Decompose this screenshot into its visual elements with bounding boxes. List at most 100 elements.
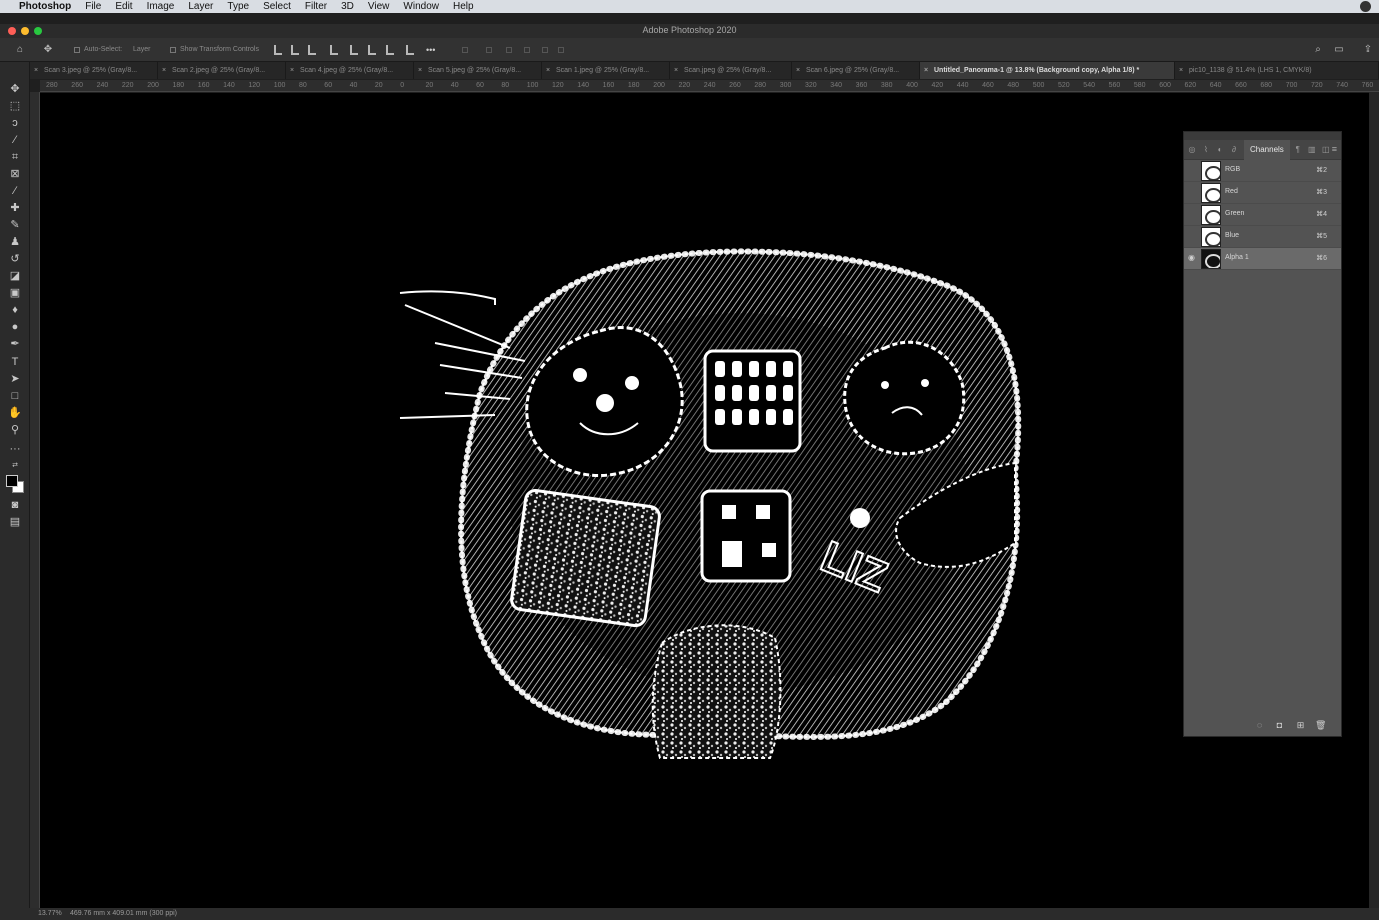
menu-window[interactable]: Window <box>396 0 446 13</box>
layers-tab-icon[interactable]: ◎ <box>1186 144 1198 156</box>
zoom-level[interactable]: 13.77% <box>38 908 62 920</box>
search-icon[interactable]: ⌕ <box>1312 44 1324 56</box>
menu-view[interactable]: View <box>361 0 397 13</box>
paths-tab-icon[interactable]: ∂ <box>1228 144 1240 156</box>
frame-icon[interactable]: ⊠ <box>8 167 22 181</box>
tab-pic10[interactable]: × pic10_1138 @ 51.4% (LHS 1, CMYK/8) <box>1175 62 1379 79</box>
magic-wand-icon[interactable]: ⁄ <box>8 133 22 147</box>
history-brush-icon[interactable]: ↺ <box>8 252 22 266</box>
eyedropper-icon[interactable]: ∕ <box>8 184 22 198</box>
align-right-icon[interactable] <box>308 45 316 55</box>
distribute-vertical-icon[interactable] <box>406 45 414 55</box>
home-icon[interactable]: ⌂ <box>14 44 26 56</box>
type-icon[interactable]: T <box>8 355 22 369</box>
pen-icon[interactable]: ✒ <box>8 337 22 351</box>
align-center-icon[interactable] <box>291 45 299 55</box>
swap-colors-icon[interactable]: ⇄ <box>8 459 22 473</box>
tab-scan-2[interactable]: × Scan 2.jpeg @ 25% (Gray/8... <box>158 62 286 79</box>
zoom-icon[interactable]: ⚲ <box>8 423 22 437</box>
document-canvas[interactable]: LIZ <box>40 93 1369 908</box>
channel-row-green[interactable]: Green ⌘4 <box>1184 204 1341 226</box>
eye-icon[interactable]: ◉ <box>1188 253 1198 263</box>
tab-scan-1[interactable]: × Scan 1.jpeg @ 25% (Gray/8... <box>542 62 670 79</box>
properties-tab-icon[interactable]: ¶ <box>1292 144 1304 156</box>
new-channel-icon[interactable]: ⊞ <box>1295 720 1306 730</box>
menu-edit[interactable]: Edit <box>108 0 139 13</box>
tab-untitled-panorama[interactable]: × Untitled_Panorama-1 @ 13.8% (Background… <box>920 62 1175 79</box>
vertical-ruler[interactable] <box>30 92 40 908</box>
tab-channels[interactable]: Channels <box>1244 139 1290 160</box>
auto-select-checkbox[interactable] <box>74 47 80 53</box>
tab-close-icon[interactable]: × <box>290 62 294 79</box>
channel-row-rgb[interactable]: RGB ⌘2 <box>1184 160 1341 182</box>
marquee-icon[interactable]: ⬚ <box>8 99 22 113</box>
menu-select[interactable]: Select <box>256 0 298 13</box>
channel-row-alpha-1[interactable]: ◉ Alpha 1 ⌘6 <box>1184 248 1341 270</box>
eraser-icon[interactable]: ◪ <box>8 269 22 283</box>
hand-icon[interactable]: ✋ <box>8 406 22 420</box>
move-icon[interactable]: ✥ <box>8 82 22 96</box>
creative-cloud-icon[interactable] <box>1360 1 1371 12</box>
save-selection-icon[interactable]: ◘ <box>1274 720 1285 730</box>
visibility-toggle[interactable] <box>1188 231 1198 241</box>
gradient-icon[interactable]: ▣ <box>8 286 22 300</box>
menu-app[interactable]: Photoshop <box>12 0 78 13</box>
panel-menu-icon[interactable]: ≡ <box>1332 144 1337 154</box>
path-selection-icon[interactable]: ➤ <box>8 372 22 386</box>
blur-icon[interactable]: ♦ <box>8 303 22 317</box>
layer-dropdown[interactable]: Layer <box>133 43 151 57</box>
rectangle-icon[interactable]: □ <box>8 389 22 403</box>
trash-icon[interactable]: 🗑 <box>1315 720 1326 730</box>
channel-row-blue[interactable]: Blue ⌘5 <box>1184 226 1341 248</box>
crop-icon[interactable]: ⌗ <box>8 150 22 164</box>
visibility-toggle[interactable] <box>1188 187 1198 197</box>
visibility-toggle[interactable] <box>1188 165 1198 175</box>
align-middle-icon[interactable] <box>368 45 376 55</box>
tab-scan[interactable]: × Scan.jpeg @ 25% (Gray/8... <box>670 62 792 79</box>
tab-close-icon[interactable]: × <box>796 62 800 79</box>
show-transform-checkbox[interactable] <box>170 47 176 53</box>
menu-filter[interactable]: Filter <box>298 0 334 13</box>
menu-type[interactable]: Type <box>220 0 256 13</box>
history-tab-icon[interactable]: ⌇ <box>1200 144 1212 156</box>
menu-layer[interactable]: Layer <box>181 0 220 13</box>
menu-image[interactable]: Image <box>140 0 182 13</box>
menu-3d[interactable]: 3D <box>334 0 361 13</box>
align-bottom-icon[interactable] <box>386 45 394 55</box>
edit-toolbar-icon[interactable]: ··· <box>8 442 22 456</box>
tab-close-icon[interactable]: × <box>674 62 678 79</box>
share-icon[interactable]: ⇪ <box>1362 44 1374 56</box>
tab-close-icon[interactable]: × <box>1179 62 1183 79</box>
menu-file[interactable]: File <box>78 0 108 13</box>
move-tool-preset-icon[interactable]: ✥ <box>42 44 54 56</box>
tab-close-icon[interactable]: × <box>162 62 166 79</box>
channel-row-red[interactable]: Red ⌘3 <box>1184 182 1341 204</box>
quick-mask-icon[interactable]: ◙ <box>8 498 22 512</box>
workspace-icon[interactable]: ▭ <box>1333 44 1345 56</box>
tab-scan-5[interactable]: × Scan 5.jpeg @ 25% (Gray/8... <box>414 62 542 79</box>
foreground-color-swatch[interactable] <box>6 475 18 487</box>
tab-scan-6[interactable]: × Scan 6.jpeg @ 25% (Gray/8... <box>792 62 920 79</box>
horizontal-ruler[interactable]: 280 260 240 220 200 180 160 140 120 100 80 60 40 20 0 2… <box>40 80 1379 92</box>
dodge-icon[interactable]: ● <box>8 320 22 334</box>
clone-stamp-icon[interactable]: ♟ <box>8 235 22 249</box>
healing-brush-icon[interactable]: ✚ <box>8 201 22 215</box>
brush-icon[interactable]: ✎ <box>8 218 22 232</box>
tab-scan-4[interactable]: × Scan 4.jpeg @ 25% (Gray/8... <box>286 62 414 79</box>
menu-help[interactable]: Help <box>446 0 481 13</box>
tab-close-icon[interactable]: × <box>546 62 550 79</box>
tab-close-icon[interactable]: × <box>418 62 422 79</box>
tab-scan-3[interactable]: × Scan 3.jpeg @ 25% (Gray/8... <box>30 62 158 79</box>
libraries-tab-icon[interactable]: ▥ <box>1306 144 1318 156</box>
align-top-icon[interactable] <box>350 45 358 55</box>
color-tab-icon[interactable]: ◫ <box>1320 144 1332 156</box>
more-options-icon[interactable]: ••• <box>426 43 435 57</box>
distribute-icon[interactable] <box>330 45 338 55</box>
screen-mode-icon[interactable]: ▤ <box>8 515 22 529</box>
adjustments-tab-icon[interactable]: ◐ <box>1214 144 1226 156</box>
align-left-icon[interactable] <box>274 45 282 55</box>
visibility-toggle[interactable] <box>1188 209 1198 219</box>
tab-close-icon[interactable]: × <box>34 62 38 79</box>
tab-close-icon[interactable]: × <box>924 62 928 79</box>
load-selection-icon[interactable]: ◌ <box>1254 720 1265 730</box>
